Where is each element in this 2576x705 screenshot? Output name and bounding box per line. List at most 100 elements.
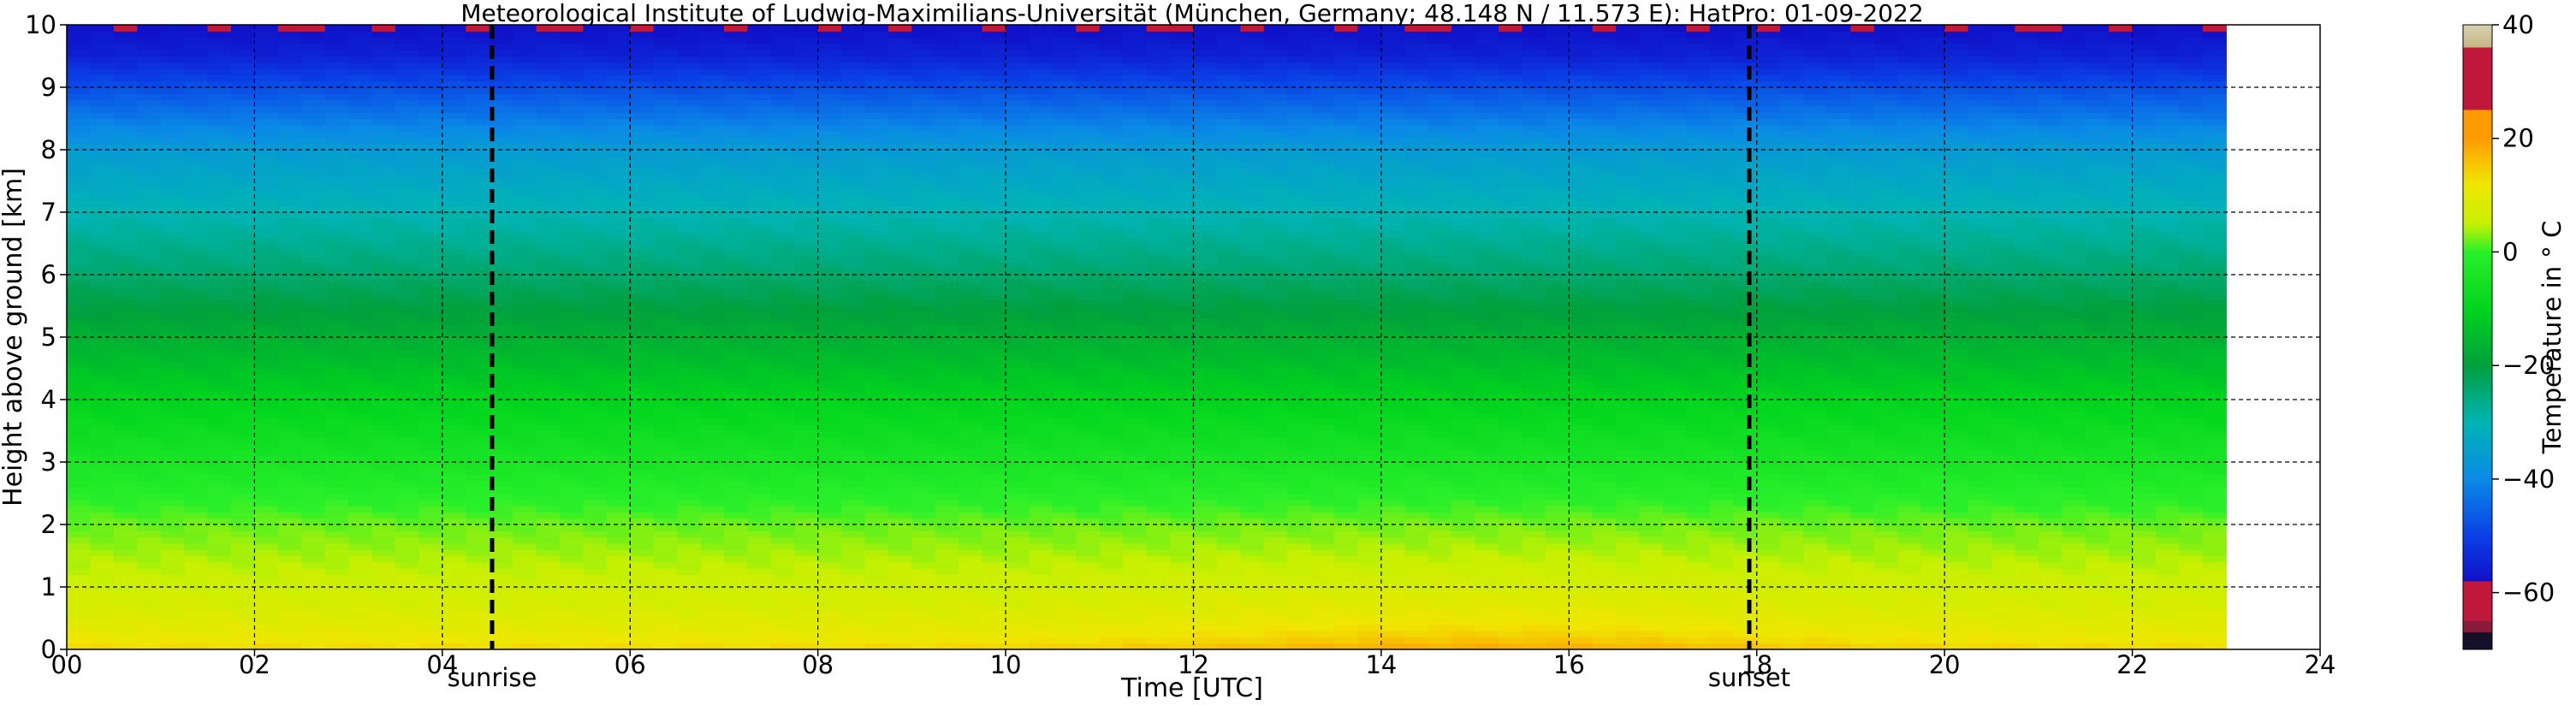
heatmap-cell (1216, 580, 1241, 588)
heatmap-cell (536, 31, 561, 39)
heatmap-cell (1006, 493, 1030, 501)
heatmap-cell (442, 462, 466, 469)
heatmap-cell (442, 605, 466, 613)
heatmap-cell (348, 68, 373, 75)
heatmap-cell (254, 424, 279, 432)
heatmap-cell (254, 93, 279, 101)
heatmap-cell (747, 293, 772, 300)
heatmap-cell (207, 612, 232, 619)
heatmap-cell (864, 512, 889, 519)
heatmap-cell (723, 368, 748, 376)
heatmap-cell (254, 568, 279, 575)
heatmap-cell (1099, 374, 1124, 382)
heatmap-cell (1029, 574, 1054, 582)
heatmap-cell (677, 330, 702, 338)
heatmap-cell (1193, 80, 1218, 88)
heatmap-cell (723, 518, 748, 525)
heatmap-cell (513, 230, 537, 238)
heatmap-cell (841, 487, 866, 495)
heatmap-cell (184, 80, 209, 88)
heatmap-cell (1123, 530, 1148, 538)
heatmap-cell (277, 355, 302, 363)
heatmap-cell (324, 530, 349, 538)
heatmap-cell (442, 368, 466, 376)
heatmap-cell (959, 337, 983, 344)
chart: Meteorological Institute of Ludwig-Maxim… (0, 0, 2567, 703)
heatmap-cell (160, 324, 185, 332)
heatmap-cell (466, 430, 490, 438)
heatmap-cell (723, 593, 748, 601)
heatmap-cell (1216, 293, 1241, 300)
heatmap-cell (606, 506, 631, 512)
heatmap-cell (841, 187, 866, 194)
heatmap-cell (747, 112, 772, 120)
heatmap-cell (630, 387, 655, 394)
heatmap-cell (747, 281, 772, 288)
heatmap-cell (841, 549, 866, 557)
heatmap-cell (371, 243, 396, 251)
heatmap-cell (841, 68, 866, 75)
heatmap-cell (67, 412, 92, 419)
heatmap-cell (1216, 618, 1241, 625)
heatmap-cell (1170, 324, 1195, 332)
heatmap-cell (1216, 362, 1241, 370)
heatmap-cell (677, 118, 702, 126)
heatmap-cell (1123, 68, 1148, 75)
heatmap-cell (442, 574, 466, 582)
heatmap-cell (1170, 137, 1195, 145)
heatmap-cell (207, 105, 232, 113)
heatmap-cell (466, 93, 490, 101)
heatmap-cell (1123, 281, 1148, 288)
heatmap-cell (1052, 487, 1077, 495)
heatmap-cell (911, 574, 936, 582)
heatmap-cell (395, 468, 420, 476)
heatmap-cell (653, 87, 678, 94)
heatmap-cell (583, 275, 608, 281)
heatmap-cell (559, 237, 584, 245)
heatmap-cell (864, 137, 889, 145)
heatmap-cell (184, 587, 209, 594)
heatmap-cell (466, 256, 490, 263)
heatmap-cell (606, 62, 631, 69)
heatmap-cell (1099, 31, 1124, 39)
heatmap-cell (1193, 487, 1218, 495)
heatmap-cell (1146, 305, 1171, 313)
heatmap-cell (254, 112, 279, 120)
heatmap-cell (653, 156, 678, 163)
heatmap-cell (606, 31, 631, 39)
heatmap-cell (371, 181, 396, 188)
heatmap-cell (583, 162, 608, 169)
heatmap-cell (513, 374, 537, 382)
heatmap-cell (301, 237, 326, 245)
heatmap-cell (1123, 374, 1148, 382)
heatmap-cell (466, 412, 490, 419)
heatmap-cell (348, 343, 373, 351)
heatmap-cell (1099, 512, 1124, 519)
heatmap-cell (207, 593, 232, 601)
heatmap-cell (630, 56, 655, 63)
heatmap-cell (137, 524, 162, 531)
heatmap-cell (959, 293, 983, 300)
heatmap-cell (606, 118, 631, 126)
heatmap-cell (982, 587, 1006, 594)
heatmap-cell (747, 299, 772, 307)
heatmap-cell (1193, 506, 1218, 512)
heatmap-cell (1146, 56, 1171, 63)
heatmap-cell (770, 256, 795, 263)
heatmap-cell (1006, 281, 1030, 288)
heatmap-cell (324, 99, 349, 107)
heatmap-cell (1076, 443, 1101, 450)
heatmap-cell (466, 150, 490, 157)
heatmap-cell (1052, 631, 1077, 637)
heatmap-cell (559, 68, 584, 75)
heatmap-cell (583, 293, 608, 300)
heatmap-cell (466, 512, 490, 519)
heatmap-cell (606, 99, 631, 107)
heatmap-cell (723, 574, 748, 582)
heatmap-cell (67, 612, 92, 619)
heatmap-cell (747, 474, 772, 482)
heatmap-cell (513, 355, 537, 363)
heatmap-cell (1006, 462, 1030, 469)
heatmap-cell (911, 218, 936, 226)
heatmap-cell (864, 637, 889, 644)
